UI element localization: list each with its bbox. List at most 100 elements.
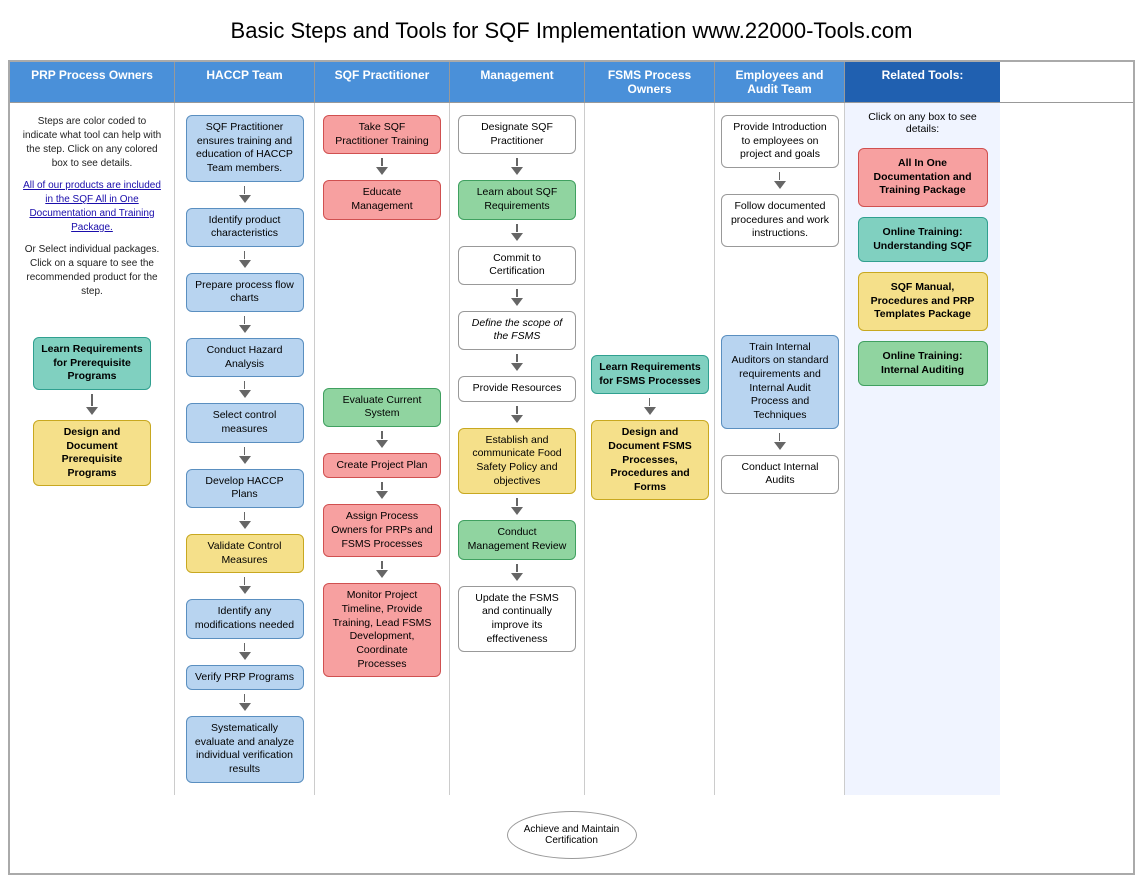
ad <box>376 167 388 175</box>
prp-link-text: All of our products are included in the … <box>16 175 168 239</box>
ad <box>239 521 251 529</box>
prp-or-text: Or Select individual packages. Click on … <box>16 239 168 303</box>
al <box>516 564 518 572</box>
mgmt-box5[interactable]: Provide Resources <box>458 376 576 402</box>
haccp-box4[interactable]: Conduct Hazard Analysis <box>186 338 304 377</box>
tools-intro: Click on any box to see details: <box>851 111 994 135</box>
arrow-down <box>86 407 98 415</box>
al <box>516 498 518 506</box>
mgmt-box1[interactable]: Designate SQF Practitioner <box>458 115 576 154</box>
header-prp: PRP Process Owners <box>10 62 175 102</box>
mgmt-box6[interactable]: Establish and communicate Food Safety Po… <box>458 428 576 495</box>
header-haccp: HACCP Team <box>175 62 315 102</box>
al <box>516 406 518 414</box>
ad <box>376 440 388 448</box>
al <box>244 251 246 259</box>
al <box>516 354 518 362</box>
bottom-row: Achieve and Maintain Certification <box>10 795 1133 873</box>
ad <box>239 703 251 711</box>
sqf-box2[interactable]: Educate Management <box>323 180 441 219</box>
ad <box>644 407 656 415</box>
col-emp: Provide Introduction to employees on pro… <box>715 103 845 795</box>
haccp-box9[interactable]: Verify PRP Programs <box>186 665 304 691</box>
ad <box>511 507 523 515</box>
prp-sidebar-text: Steps are color coded to indicate what t… <box>16 111 168 175</box>
col-haccp: SQF Practitioner ensures training and ed… <box>175 103 315 795</box>
al <box>244 694 246 702</box>
emp-box3[interactable]: Train Internal Auditors on standard requ… <box>721 335 839 429</box>
ad <box>511 167 523 175</box>
haccp-box6[interactable]: Develop HACCP Plans <box>186 469 304 508</box>
col-tools: Click on any box to see details: All In … <box>845 103 1000 795</box>
al <box>381 158 383 166</box>
sqf-box1[interactable]: Take SQF Practitioner Training <box>323 115 441 154</box>
bottom-oval[interactable]: Achieve and Maintain Certification <box>507 811 637 859</box>
al <box>244 316 246 324</box>
al <box>779 172 781 180</box>
haccp-box1[interactable]: SQF Practitioner ensures training and ed… <box>186 115 304 182</box>
haccp-box5[interactable]: Select control measures <box>186 403 304 442</box>
prp-link[interactable]: All of our products are included in the … <box>23 180 161 233</box>
sqf-box3[interactable]: Evaluate Current System <box>323 388 441 427</box>
mgmt-box8[interactable]: Update the FSMS and continually improve … <box>458 586 576 653</box>
header-fsms: FSMS Process Owners <box>585 62 715 102</box>
al <box>779 433 781 441</box>
ad <box>239 390 251 398</box>
emp-box1[interactable]: Provide Introduction to employees on pro… <box>721 115 839 168</box>
haccp-box2[interactable]: Identify product characteristics <box>186 208 304 247</box>
ad <box>239 325 251 333</box>
al <box>381 431 383 439</box>
sqf-box6[interactable]: Monitor Project Timeline, Provide Traini… <box>323 583 441 677</box>
col-mgmt: Designate SQF Practitioner Learn about S… <box>450 103 585 795</box>
emp-flow: Provide Introduction to employees on pro… <box>721 111 838 498</box>
arrow-line <box>91 394 93 406</box>
ad <box>239 260 251 268</box>
ad <box>511 233 523 241</box>
ad <box>376 570 388 578</box>
tool-box3[interactable]: SQF Manual, Procedures and PRP Templates… <box>858 272 988 331</box>
haccp-box10[interactable]: Systematically evaluate and analyze indi… <box>186 716 304 783</box>
sqf-flow: Take SQF Practitioner Training Educate M… <box>321 111 443 681</box>
haccp-flow: SQF Practitioner ensures training and ed… <box>181 111 308 787</box>
sqf-box4[interactable]: Create Project Plan <box>323 453 441 479</box>
fsms-box1[interactable]: Learn Requirements for FSMS Processes <box>591 355 709 394</box>
tool-box4[interactable]: Online Training: Internal Auditing <box>858 341 988 386</box>
prp-box1[interactable]: Learn Requirements for Prerequisite Prog… <box>33 337 151 390</box>
ad <box>511 573 523 581</box>
haccp-box8[interactable]: Identify any modifications needed <box>186 599 304 638</box>
col-prp: Steps are color coded to indicate what t… <box>10 103 175 795</box>
col-sqf: Take SQF Practitioner Training Educate M… <box>315 103 450 795</box>
diagram-container: PRP Process Owners HACCP Team SQF Practi… <box>8 60 1135 875</box>
al <box>381 482 383 490</box>
tool-box2[interactable]: Online Training: Understanding SQF <box>858 217 988 262</box>
haccp-box7[interactable]: Validate Control Measures <box>186 534 304 573</box>
al <box>244 643 246 651</box>
sqf-box5[interactable]: Assign Process Owners for PRPs and FSMS … <box>323 504 441 557</box>
ad <box>774 442 786 450</box>
ad <box>511 415 523 423</box>
haccp-box3[interactable]: Prepare process flow charts <box>186 273 304 312</box>
prp-box2[interactable]: Design and Document Prerequisite Program… <box>33 420 151 487</box>
ad <box>511 298 523 306</box>
mgmt-box7[interactable]: Conduct Management Review <box>458 520 576 559</box>
al <box>516 224 518 232</box>
emp-box2[interactable]: Follow documented procedures and work in… <box>721 194 839 247</box>
al <box>244 512 246 520</box>
emp-box4[interactable]: Conduct Internal Audits <box>721 455 839 494</box>
al <box>244 577 246 585</box>
al <box>244 381 246 389</box>
mgmt-box3[interactable]: Commit to Certification <box>458 246 576 285</box>
fsms-box2[interactable]: Design and Document FSMS Processes, Proc… <box>591 420 709 500</box>
ad <box>239 195 251 203</box>
column-headers: PRP Process Owners HACCP Team SQF Practi… <box>10 62 1133 103</box>
mgmt-box4[interactable]: Define the scope of the FSMS <box>458 311 576 350</box>
mgmt-flow: Designate SQF Practitioner Learn about S… <box>456 111 578 656</box>
ad <box>239 652 251 660</box>
header-tools: Related Tools: <box>845 62 1000 102</box>
ad <box>774 181 786 189</box>
tool-box1[interactable]: All In One Documentation and Training Pa… <box>858 148 988 207</box>
ad <box>376 491 388 499</box>
header-emp: Employees and Audit Team <box>715 62 845 102</box>
mgmt-box2[interactable]: Learn about SQF Requirements <box>458 180 576 219</box>
page-title: Basic Steps and Tools for SQF Implementa… <box>0 0 1143 54</box>
